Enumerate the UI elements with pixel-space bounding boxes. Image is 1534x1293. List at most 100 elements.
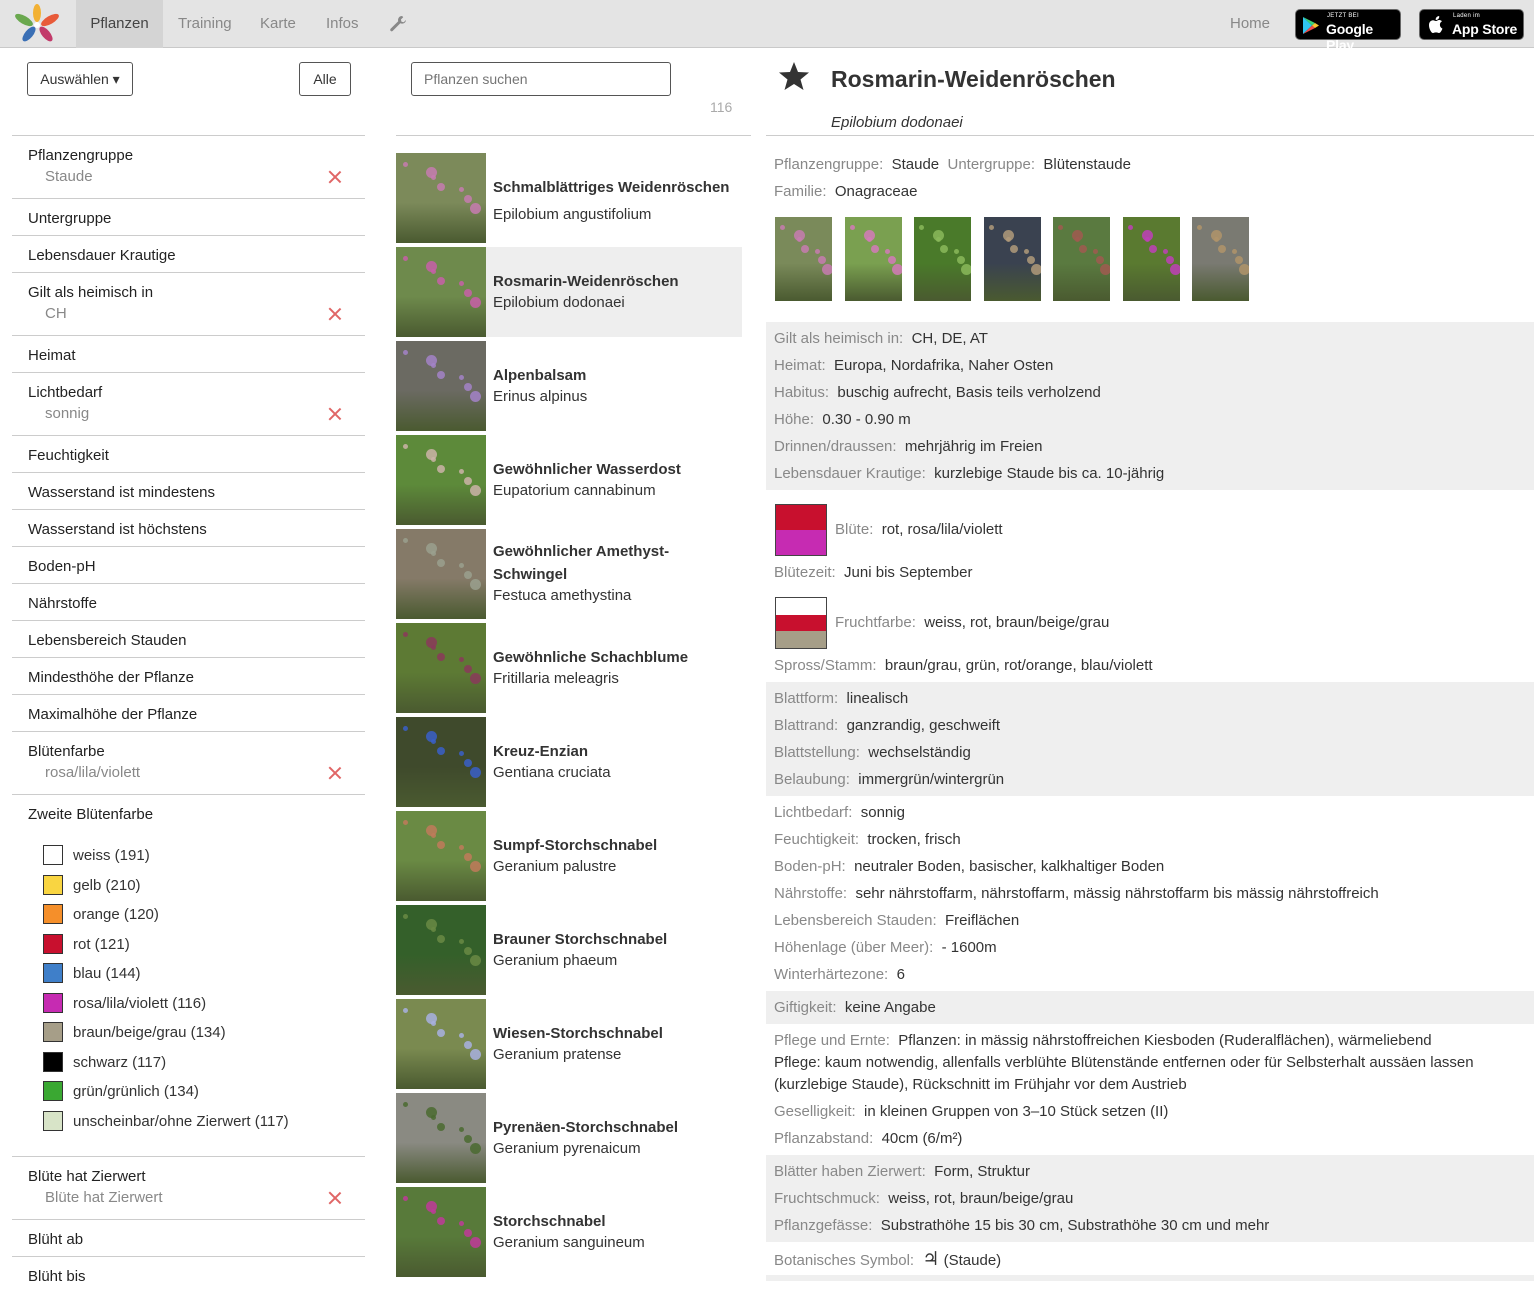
filter-zweite-bluetenfarbe: Zweite Blütenfarbe weiss (191) gelb (210…	[12, 794, 365, 1156]
attr-row: Blattrand: ganzrandig, geschweift	[774, 717, 1000, 734]
attr-value: weiss, rot, braun/beige/grau	[888, 1190, 1074, 1207]
select-dropdown-button[interactable]: Auswählen ▾	[27, 62, 133, 96]
filter-naehrstoffe[interactable]: Nährstoffe	[12, 583, 365, 620]
plant-list-item-selected[interactable]: Rosmarin-Weidenröschen Epilobium dodonae…	[396, 247, 742, 337]
google-play-icon	[1303, 17, 1319, 34]
plant-list-item[interactable]: Storchschnabel Geranium sanguineum	[396, 1187, 742, 1277]
attr-row: Blattform: linealisch	[774, 690, 908, 707]
plant-photo[interactable]	[984, 217, 1041, 301]
filter-blueht-ab[interactable]: Blüht ab	[12, 1219, 365, 1256]
divider	[396, 135, 751, 136]
plant-list-item[interactable]: Wiesen-Storchschnabel Geranium pratense	[396, 999, 742, 1089]
remove-filter-icon[interactable]	[329, 408, 341, 420]
google-play-badge[interactable]: JETZT BEI Google Play	[1295, 9, 1401, 53]
filter-lichtbedarf[interactable]: Lichtbedarf sonnig	[12, 372, 365, 435]
filter-blueht-bis[interactable]: Blüht bis	[12, 1256, 365, 1293]
filter-lebensdauer[interactable]: Lebensdauer Krautige	[12, 235, 365, 272]
plant-latin-name: Geranium sanguineum	[493, 1234, 645, 1251]
filter-heimisch[interactable]: Gilt als heimisch in CH	[12, 272, 365, 335]
plant-photo[interactable]	[1123, 217, 1180, 301]
plant-thumbnail	[396, 341, 486, 431]
color-segment	[776, 598, 826, 615]
plant-thumbnail	[396, 1093, 486, 1183]
attr-row: Gilt als heimisch in: CH, DE, AT	[774, 330, 988, 347]
plant-list-item[interactable]: Kreuz-Enzian Gentiana cruciata	[396, 717, 742, 807]
filter-heimat[interactable]: Heimat	[12, 335, 365, 372]
nav-tab-training[interactable]: Training	[178, 0, 232, 48]
color-swatch	[43, 993, 63, 1013]
plant-list-item[interactable]: Gewöhnliche Schachblume Fritillaria mele…	[396, 623, 742, 713]
plant-list-item[interactable]: Alpenbalsam Erinus alpinus	[396, 341, 742, 431]
divider	[766, 135, 1534, 136]
filter-bluetenfarbe[interactable]: Blütenfarbe rosa/lila/violett	[12, 731, 365, 794]
filter-value: sonnig	[45, 405, 90, 422]
remove-filter-icon[interactable]	[329, 171, 341, 183]
attr-value: Staude	[891, 156, 940, 173]
plant-photo[interactable]	[775, 217, 832, 301]
plant-list-item[interactable]: Gewöhnlicher Wasserdost Eupatorium canna…	[396, 435, 742, 525]
app-logo-icon[interactable]	[12, 3, 62, 45]
attr-key: Belaubung:	[774, 771, 850, 788]
filter-wasserstand-min[interactable]: Wasserstand ist mindestens	[12, 472, 365, 509]
plant-name: Wiesen-Storchschnabel	[493, 1025, 663, 1042]
filter-lebensbereich[interactable]: Lebensbereich Stauden	[12, 620, 365, 657]
attr-botanisches-symbol: Botanisches Symbol: ♃ (Staude)	[774, 1248, 1001, 1270]
remove-filter-icon[interactable]	[329, 1192, 341, 1204]
attr-key: Gilt als heimisch in:	[774, 330, 904, 347]
plant-name: Pyrenäen-Storchschnabel	[493, 1119, 679, 1136]
remove-filter-icon[interactable]	[329, 767, 341, 779]
plant-search-input[interactable]	[411, 62, 671, 96]
result-count: 116	[710, 99, 733, 115]
filter-label: Blüht bis	[28, 1268, 86, 1285]
plant-latin-name: Festuca amethystina	[493, 587, 632, 604]
wrench-icon[interactable]	[388, 14, 408, 34]
nav-tab-karte[interactable]: Karte	[260, 0, 296, 48]
attr-key: Giftigkeit:	[774, 999, 837, 1016]
filter-wasserstand-max[interactable]: Wasserstand ist höchstens	[12, 509, 365, 546]
color-segment	[776, 530, 826, 555]
plant-list-item[interactable]: Gewöhnlicher Amethyst-Schwingel Festuca …	[396, 529, 742, 619]
attr-key: Blätter haben Zierwert:	[774, 1163, 926, 1180]
nav-tab-infos[interactable]: Infos	[326, 0, 359, 48]
nav-tab-pflanzen[interactable]: Pflanzen	[76, 0, 163, 48]
color-label: gelb (210)	[73, 877, 141, 894]
filter-bluete-zierwert[interactable]: Blüte hat Zierwert Blüte hat Zierwert	[12, 1156, 365, 1219]
attr-value: in kleinen Gruppen von 3–10 Stück setzen…	[864, 1103, 1169, 1120]
color-segment	[776, 505, 826, 530]
attr-key: Boden-pH:	[774, 858, 846, 875]
attr-value: - 1600m	[941, 939, 997, 956]
plant-photo[interactable]	[914, 217, 971, 301]
attr-row: Belaubung: immergrün/wintergrün	[774, 771, 1004, 788]
plant-latin-name: Geranium palustre	[493, 858, 617, 875]
filter-untergruppe[interactable]: Untergruppe	[12, 198, 365, 235]
plant-list-item[interactable]: Pyrenäen-Storchschnabel Geranium pyrenai…	[396, 1093, 742, 1183]
all-button[interactable]: Alle	[299, 62, 351, 96]
plant-list-item[interactable]: Sumpf-Storchschnabel Geranium palustre	[396, 811, 742, 901]
filter-feuchtigkeit[interactable]: Feuchtigkeit	[12, 435, 365, 472]
nav-home-link[interactable]: Home	[1230, 0, 1270, 48]
plant-latin-name: Epilobium dodonaei	[493, 294, 625, 311]
filter-pflanzengruppe[interactable]: Pflanzengruppe Staude	[12, 135, 365, 198]
plant-photo[interactable]	[1053, 217, 1110, 301]
plant-list-item[interactable]: Brauner Storchschnabel Geranium phaeum	[396, 905, 742, 995]
attr-pflanzengruppe: Pflanzengruppe: Staude Untergruppe: Blüt…	[774, 156, 1131, 173]
plant-list-item[interactable]: Schmalblättriges Weidenröschen Epilobium…	[396, 153, 742, 243]
plant-name: Alpenbalsam	[493, 367, 587, 384]
attr-key: Feuchtigkeit:	[774, 831, 860, 848]
color-label: unscheinbar/ohne Zierwert (117)	[73, 1113, 289, 1130]
remove-filter-icon[interactable]	[329, 308, 341, 320]
filter-label: Lichtbedarf	[28, 384, 103, 401]
filter-mindesthoehe[interactable]: Mindesthöhe der Pflanze	[12, 657, 365, 694]
favorite-star-icon[interactable]	[778, 60, 810, 92]
plant-photo[interactable]	[845, 217, 902, 301]
filter-label: Blüht ab	[28, 1231, 84, 1248]
attr-value: Pflege: kaum notwendig, allenfalls verbl…	[774, 1054, 1474, 1093]
attr-value: weiss, rot, braun/beige/grau	[924, 614, 1110, 631]
app-store-badge[interactable]: Laden im App Store	[1419, 9, 1524, 40]
plant-photo[interactable]	[1192, 217, 1249, 301]
attr-bluetezeit: Blütezeit: Juni bis September	[774, 564, 972, 581]
filter-boden-ph[interactable]: Boden-pH	[12, 546, 365, 583]
attr-key: Spross/Stamm:	[774, 657, 877, 674]
filter-maximalhoehe[interactable]: Maximalhöhe der Pflanze	[12, 694, 365, 731]
filter-label: Boden-pH	[28, 558, 96, 575]
